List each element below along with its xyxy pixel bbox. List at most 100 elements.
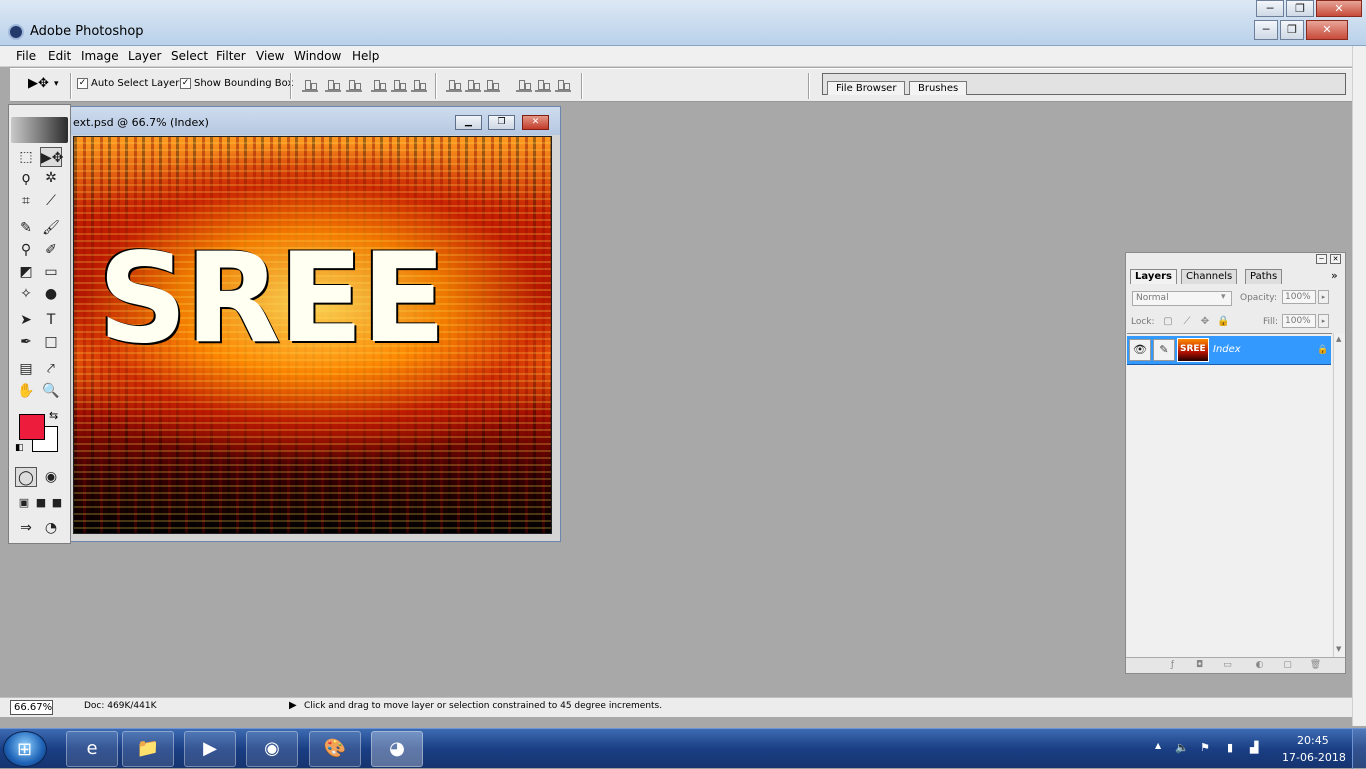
fill-stepper-icon[interactable]: ▸ [1318,314,1329,328]
eyedropper-tool-icon[interactable]: ⤤ [40,359,62,379]
new-layer-set-icon[interactable]: ▭ [1221,660,1234,671]
layers-palette-caption[interactable]: ─ ✕ [1126,253,1345,266]
network-signal-icon[interactable]: ▟ [1250,741,1258,754]
taskbar-firefox-icon[interactable]: ◉ [246,731,298,767]
tab-paths[interactable]: Paths [1245,269,1283,284]
align-right-icon[interactable] [411,78,427,92]
outer-close-button[interactable]: ✕ [1316,0,1362,17]
menu-select[interactable]: Select [171,49,208,63]
lock-position-icon[interactable]: ✥ [1199,316,1211,328]
outer-minimize-button[interactable]: ─ [1256,0,1284,17]
taskbar-media-player-icon[interactable]: ▶ [184,731,236,767]
lasso-tool-icon[interactable]: ϙ [15,168,37,188]
show-hidden-icons[interactable]: ▲ [1155,741,1161,750]
eraser-tool-icon[interactable]: ◩ [15,262,37,282]
show-desktop-button[interactable] [1352,729,1366,769]
window-scrollbar[interactable] [1352,46,1366,726]
start-button[interactable]: ⊞ [3,731,47,767]
blend-mode-select[interactable]: Normal [1132,291,1232,306]
taskbar-paint-icon[interactable]: 🎨 [309,731,361,767]
menu-view[interactable]: View [256,49,284,63]
fill-field[interactable]: 100% [1282,314,1316,328]
menu-file[interactable]: File [16,49,36,63]
taskbar-internet-explorer-icon[interactable]: e [66,731,118,767]
quick-mask-icon[interactable]: ◉ [40,467,62,487]
minimize-button[interactable]: ─ [1254,20,1278,40]
menu-edit[interactable]: Edit [48,49,71,63]
menu-image[interactable]: Image [81,49,119,63]
file-browser-tab[interactable]: File Browser [827,81,906,95]
document-close-button[interactable]: ✕ [522,115,549,130]
imageready-icon[interactable]: ◔ [40,518,62,538]
distribute-right-icon[interactable] [555,78,571,92]
battery-icon[interactable]: ▮ [1227,741,1233,754]
document-size[interactable]: Doc: 469K/441K [84,701,156,711]
shape-tool-icon[interactable]: □ [40,332,62,352]
move-tool-preset-icon[interactable]: ▶✥ [28,76,49,91]
auto-select-layer-checkbox[interactable]: ✓ Auto Select Layer [77,78,179,89]
maximize-button[interactable]: ❐ [1280,20,1304,40]
jump-to-imageready-icon[interactable]: ⇒ [15,518,37,538]
full-screen-icon[interactable]: ■ [46,493,68,513]
distribute-bottom-icon[interactable] [484,78,500,92]
action-center-flag-icon[interactable]: ⚑ [1200,741,1210,754]
zoom-field[interactable]: 66.67% [10,700,53,715]
taskbar-photoshop-icon[interactable]: ◕ [371,731,423,767]
tool-preset-dropdown-icon[interactable]: ▾ [54,79,59,89]
brush-tool-icon[interactable]: 🖌 [40,218,62,238]
type-tool-icon[interactable]: T [40,310,62,330]
menu-filter[interactable]: Filter [216,49,246,63]
layer-visibility-eye-icon[interactable]: 👁 [1129,339,1151,361]
document-minimize-button[interactable]: ▁ [455,115,482,130]
lock-transparency-icon[interactable]: ▢ [1162,316,1174,328]
distribute-horizontal-center-icon[interactable] [535,78,551,92]
scroll-down-icon[interactable]: ▼ [1336,645,1341,653]
menu-window[interactable]: Window [294,49,341,63]
align-left-icon[interactable] [371,78,387,92]
brushes-tab[interactable]: Brushes [909,81,968,95]
tab-channels[interactable]: Channels [1181,269,1238,284]
distribute-left-icon[interactable] [516,78,532,92]
scroll-up-icon[interactable]: ▲ [1336,335,1341,343]
volume-icon[interactable]: 🔈 [1175,741,1189,754]
opacity-stepper-icon[interactable]: ▸ [1318,290,1329,304]
opacity-field[interactable]: 100% [1282,290,1316,304]
palette-minimize-button[interactable]: ─ [1316,254,1327,264]
slice-tool-icon[interactable]: ⟋ [40,191,62,211]
lock-image-icon[interactable]: ⟋ [1181,316,1193,328]
align-bottom-icon[interactable] [346,78,362,92]
foreground-color-swatch[interactable] [19,414,45,440]
blend-mode-dropdown-icon[interactable]: ▾ [1221,292,1226,302]
layer-style-icon[interactable]: ƒ [1166,660,1179,671]
layer-name[interactable]: Index [1213,344,1241,355]
close-button[interactable]: ✕ [1306,20,1348,40]
new-layer-icon[interactable]: ▢ [1281,660,1294,671]
crop-tool-icon[interactable]: ⌗ [15,191,37,211]
pen-tool-icon[interactable]: ✒ [15,332,37,352]
move-tool-icon[interactable]: ▶✥ [40,147,64,167]
clock-date[interactable]: 17-06-2018 [1282,751,1346,764]
layer-mask-icon[interactable]: ◘ [1193,660,1206,671]
blur-tool-icon[interactable]: ✧ [15,284,37,304]
trash-icon[interactable]: 🗑 [1309,660,1322,671]
swap-colors-icon[interactable]: ⇆ [49,409,58,422]
path-select-tool-icon[interactable]: ➤ [15,310,37,330]
notes-tool-icon[interactable]: ▤ [15,359,37,379]
layer-row[interactable]: 👁 ✎ Index 🔒 [1127,336,1331,365]
layer-list-scrollbar[interactable]: ▲ ▼ [1333,333,1345,657]
outer-maximize-button[interactable]: ❐ [1286,0,1314,17]
dodge-tool-icon[interactable]: ● [40,284,62,304]
clone-stamp-tool-icon[interactable]: ⚲ [15,240,37,260]
menu-layer[interactable]: Layer [128,49,161,63]
tab-layers[interactable]: Layers [1130,269,1177,284]
photoshop-eye-logo[interactable] [11,117,68,143]
distribute-top-icon[interactable] [446,78,462,92]
document-title-bar[interactable]: ext.psd @ 66.7% (Index) ▁ ❐ ✕ [71,107,560,135]
zoom-tool-icon[interactable]: 🔍 [40,381,62,401]
gradient-tool-icon[interactable]: ▭ [40,262,62,282]
hand-tool-icon[interactable]: ✋ [15,381,37,401]
adjustment-layer-icon[interactable]: ◐ [1253,660,1266,671]
healing-brush-tool-icon[interactable]: ✎ [15,218,37,238]
default-colors-icon[interactable]: ◧ [15,443,24,453]
align-vertical-center-icon[interactable] [325,78,341,92]
